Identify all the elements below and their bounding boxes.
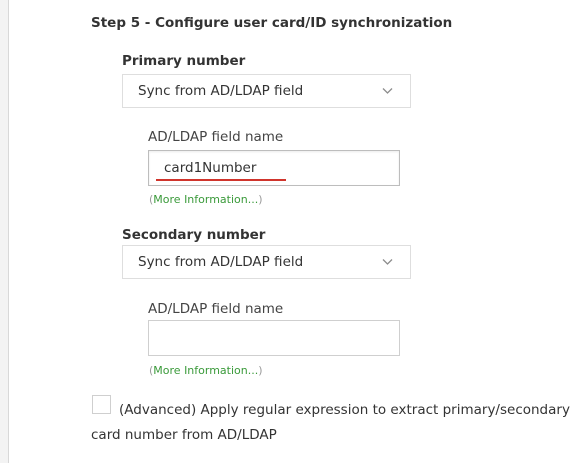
chevron-down-icon (382, 259, 393, 265)
secondary-number-select[interactable]: Sync from AD/LDAP field (122, 245, 411, 279)
step-title: Step 5 - Configure user card/ID synchron… (91, 15, 453, 31)
primary-more-info-link[interactable]: More Information... (153, 193, 258, 206)
settings-panel: Step 5 - Configure user card/ID synchron… (8, 0, 575, 463)
secondary-select-value: Sync from AD/LDAP field (138, 254, 304, 270)
secondary-more-info-link[interactable]: More Information... (153, 364, 258, 377)
primary-field-name-label: AD/LDAP field name (148, 129, 284, 145)
secondary-number-label: Secondary number (122, 227, 266, 243)
primary-number-label: Primary number (122, 53, 246, 69)
chevron-down-icon (382, 88, 393, 94)
more-info-close-paren: ) (258, 364, 263, 377)
primary-number-select[interactable]: Sync from AD/LDAP field (122, 74, 411, 108)
secondary-more-info: (More Information...) (149, 364, 263, 377)
secondary-field-name-input[interactable] (148, 320, 400, 356)
advanced-regex-label: (Advanced) Apply regular expression to e… (91, 402, 570, 443)
spellcheck-underline (156, 179, 286, 181)
more-info-close-paren: ) (258, 193, 263, 206)
primary-select-value: Sync from AD/LDAP field (138, 83, 304, 99)
primary-more-info: (More Information...) (149, 193, 263, 206)
secondary-field-name-label: AD/LDAP field name (148, 301, 284, 317)
